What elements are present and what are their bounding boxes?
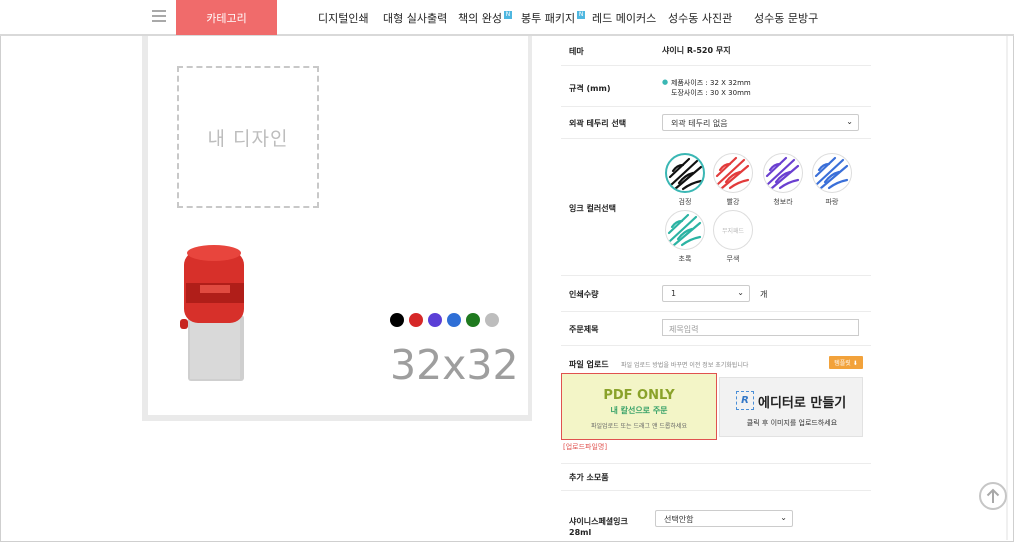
ink-option-3[interactable] — [812, 153, 852, 193]
chevron-down-icon: ⌄ — [780, 513, 787, 522]
nav-large-format[interactable]: 대형 실사출력 — [383, 10, 447, 26]
swatch-green[interactable] — [466, 313, 480, 327]
ink-option-label: 빨강 — [726, 198, 740, 206]
spec-label: 규격 (mm) — [569, 84, 611, 93]
new-badge: N — [577, 11, 586, 19]
menu-icon[interactable] — [152, 10, 166, 22]
ink-option-5[interactable]: 무지패드 — [713, 210, 753, 250]
ink-option-label: 파랑 — [825, 198, 839, 206]
swatch-red[interactable] — [409, 313, 423, 327]
ink-option-2[interactable] — [763, 153, 803, 193]
ink-label: 잉크 컬러선택 — [569, 204, 616, 213]
scrollbar[interactable] — [1006, 36, 1008, 540]
chevron-down-icon: ⌄ — [737, 288, 744, 297]
upload-filename: [업로드파일명] — [563, 443, 608, 451]
chevron-down-icon: ⌄ — [846, 117, 853, 126]
size-label: 32x32 — [390, 341, 519, 389]
border-select[interactable]: 외곽 테두리 없음 ⌄ — [662, 114, 859, 131]
theme-value: 샤이니 R-520 무지 — [662, 46, 731, 55]
quantity-unit: 개 — [760, 290, 768, 299]
ink-pattern-icon — [814, 156, 849, 190]
ink-option-0[interactable] — [665, 153, 705, 193]
pdf-upload-dropzone[interactable]: PDF ONLY 내 칼선으로 주문 파일업로드 또는 드래그 앤 드롭하세요 — [561, 373, 717, 440]
ink-option-label: 청보라 — [773, 198, 793, 206]
special-ink-select-value: 선택안함 — [664, 515, 694, 524]
pdf-hint: 파일업로드 또는 드래그 앤 드롭하세요 — [591, 423, 687, 430]
arrow-up-icon — [986, 488, 1000, 503]
border-select-value: 외곽 테두리 없음 — [671, 119, 728, 128]
swatch-gray[interactable] — [485, 313, 499, 327]
special-ink-size: 28ml — [569, 528, 592, 537]
nav-envelope[interactable]: 봉투 패키지 N — [521, 10, 586, 26]
swatch-black[interactable] — [390, 313, 404, 327]
border-label: 외곽 테두리 선택 — [569, 119, 627, 128]
nav-book-label: 책의 완성 — [458, 12, 502, 25]
divider — [561, 463, 871, 464]
ink-option-1[interactable] — [713, 153, 753, 193]
ink-pattern-icon — [765, 156, 800, 190]
quantity-label: 인쇄수량 — [569, 290, 599, 299]
nav-stationery[interactable]: 성수동 문방구 — [754, 10, 818, 26]
ink-option-label: 초록 — [678, 255, 692, 263]
special-ink-select[interactable]: 선택안함 ⌄ — [655, 510, 793, 527]
nav-book[interactable]: 책의 완성 N — [458, 10, 512, 26]
template-download-button[interactable]: 템플릿 ⬇ — [829, 356, 863, 369]
design-placeholder: 내 디자인 — [207, 128, 289, 150]
editor-icon: R — [736, 391, 754, 410]
upload-note: 파일 업로드 방법을 바꾸면 이전 정보 초기화됩니다 — [621, 362, 749, 369]
quantity-value: 1 — [671, 289, 677, 298]
special-ink-label: 샤이니스페셜잉크 — [569, 517, 628, 526]
extra-label: 추가 소모품 — [569, 473, 609, 482]
title-label: 주문제목 — [569, 325, 599, 334]
ink-pattern-icon — [715, 156, 750, 190]
swatch-violet[interactable] — [428, 313, 442, 327]
nav-red-makers[interactable]: 레드 메이커스 — [592, 10, 656, 26]
ink-option-label: 검정 — [678, 198, 692, 206]
spec-product-size: 제품사이즈 : 32 X 32mm — [671, 79, 751, 87]
ink-option-label: 무색 — [726, 255, 740, 263]
quantity-select[interactable]: 1 ⌄ — [662, 285, 750, 302]
editor-title: 에디터로 만들기 — [758, 396, 847, 411]
stamp-product-image — [180, 245, 244, 381]
pdf-only-title: PDF ONLY — [603, 388, 675, 403]
theme-label: 테마 — [569, 47, 584, 56]
bullet-icon: ● — [662, 78, 669, 86]
scroll-to-top-button[interactable] — [979, 482, 1007, 510]
upload-label: 파일 업로드 — [569, 360, 609, 369]
swatch-blue[interactable] — [447, 313, 461, 327]
spec-stamp-size: 도장사이즈 : 30 X 30mm — [671, 89, 751, 97]
nav-envelope-label: 봉투 패키지 — [521, 12, 576, 25]
nav-digital-print[interactable]: 디지털인쇄 — [318, 10, 369, 26]
category-tab[interactable]: 카테고리 — [176, 0, 277, 35]
nav-photo-studio[interactable]: 성수동 사진관 — [668, 10, 732, 26]
new-badge: N — [503, 11, 512, 19]
order-title-input[interactable]: 제목입력 — [662, 319, 859, 336]
ink-pattern-icon — [667, 213, 702, 247]
no-ink-label: 무지패드 — [721, 228, 745, 235]
editor-upload-button[interactable]: R 에디터로 만들기 클릭 후 이미지를 업로드하세요 — [719, 377, 863, 437]
color-swatches — [390, 313, 499, 327]
ink-option-4[interactable] — [665, 210, 705, 250]
top-nav: 카테고리 디지털인쇄 대형 실사출력 책의 완성 N 봉투 패키지 N 레드 메이커… — [0, 0, 1014, 36]
editor-hint: 클릭 후 이미지를 업로드하세요 — [746, 419, 838, 427]
divider — [561, 490, 871, 491]
pdf-subtitle: 내 칼선으로 주문 — [610, 406, 668, 415]
